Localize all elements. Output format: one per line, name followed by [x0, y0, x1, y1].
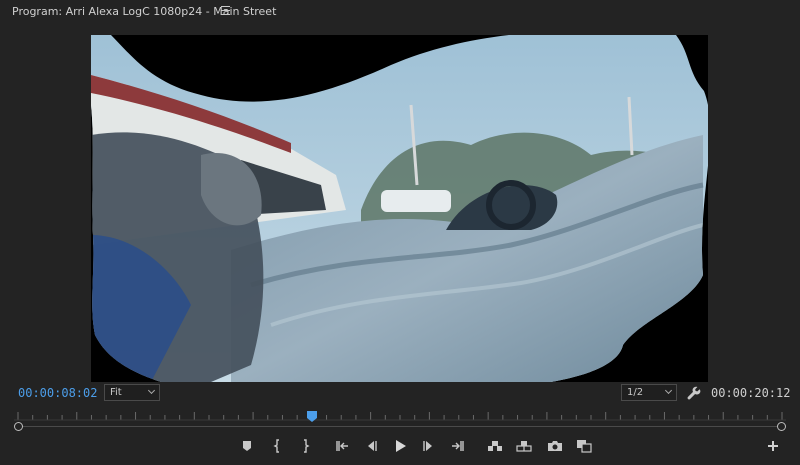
zoom-level-value: Fit — [110, 387, 122, 398]
zoom-scrollbar-right-handle[interactable] — [777, 422, 786, 431]
chevron-down-icon — [664, 386, 673, 395]
mark-out-icon[interactable] — [297, 438, 313, 454]
panel-title[interactable]: Program: Arri Alexa LogC 1080p24 - Main … — [12, 5, 276, 18]
play-icon[interactable] — [392, 438, 408, 454]
panel-menu-icon[interactable] — [221, 6, 230, 15]
step-forward-icon[interactable] — [421, 438, 437, 454]
insert-icon[interactable] — [487, 438, 503, 454]
video-frame — [91, 35, 708, 382]
add-marker-icon[interactable] — [239, 438, 255, 454]
zoom-level-select[interactable]: Fit — [104, 384, 160, 401]
time-ruler[interactable] — [14, 409, 786, 423]
add-button-icon[interactable] — [765, 438, 781, 454]
comparison-view-icon[interactable] — [576, 438, 592, 454]
panel-header: Program: Arri Alexa LogC 1080p24 - Main … — [0, 0, 800, 24]
overwrite-icon[interactable] — [516, 438, 532, 454]
zoom-scrollbar[interactable] — [14, 422, 786, 431]
go-to-in-icon[interactable] — [334, 438, 350, 454]
playback-resolution-value: 1/2 — [627, 387, 644, 398]
zoom-scrollbar-left-handle[interactable] — [14, 422, 23, 431]
go-to-out-icon[interactable] — [450, 438, 466, 454]
playhead[interactable] — [307, 407, 318, 422]
program-monitor-viewer[interactable] — [91, 35, 708, 382]
playback-resolution-select[interactable]: 1/2 — [621, 384, 677, 401]
wrench-icon[interactable] — [687, 385, 701, 400]
mark-in-icon[interactable] — [270, 438, 286, 454]
current-timecode[interactable]: 00:00:08:02 — [18, 386, 97, 400]
step-back-icon[interactable] — [363, 438, 379, 454]
export-frame-icon[interactable] — [547, 438, 563, 454]
chevron-down-icon — [147, 386, 156, 395]
duration-timecode: 00:00:20:12 — [711, 386, 791, 400]
zoom-scrollbar-track — [18, 426, 782, 427]
